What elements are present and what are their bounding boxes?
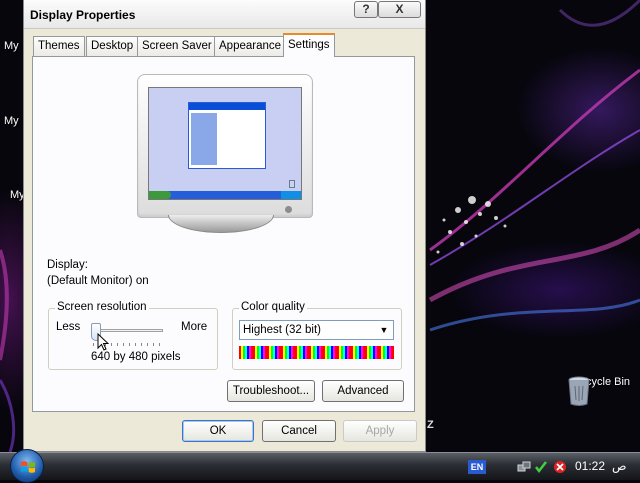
preview-recycle-icon: [289, 180, 295, 188]
color-spectrum-bar: [239, 346, 394, 359]
color-quality-title: Color quality: [239, 301, 307, 313]
preview-taskbar: [149, 191, 301, 199]
troubleshoot-button[interactable]: Troubleshoot...: [227, 380, 315, 402]
screen-resolution-group: Screen resolution Less More 640 by 480 p…: [48, 301, 218, 370]
tab-screen-saver[interactable]: Screen Saver: [137, 36, 217, 56]
close-button[interactable]: X: [378, 1, 421, 18]
dropdown-arrow-icon[interactable]: ▼: [376, 322, 392, 338]
color-quality-select[interactable]: Highest (32 bit) ▼: [239, 320, 394, 340]
tab-settings[interactable]: Settings: [283, 33, 335, 57]
display-properties-dialog: Display Properties ? X Themes Desktop Sc…: [23, 0, 426, 452]
language-indicator[interactable]: EN: [468, 460, 486, 474]
resolution-slider-track[interactable]: [91, 329, 163, 332]
tab-desktop[interactable]: Desktop: [86, 36, 139, 56]
tab-themes[interactable]: Themes: [33, 36, 85, 56]
preview-window: [188, 102, 266, 169]
display-value: (Default Monitor) on: [47, 275, 149, 287]
monitor-power-icon: [285, 206, 292, 213]
apply-button[interactable]: Apply: [343, 420, 417, 442]
resolution-value: 640 by 480 pixels: [91, 351, 181, 363]
recycle-bin-icon: [568, 376, 590, 406]
volume-icon[interactable]: [553, 460, 567, 474]
help-button[interactable]: ?: [354, 1, 378, 18]
mouse-cursor-icon: [97, 333, 109, 351]
desktop-icon-label[interactable]: My: [4, 40, 19, 52]
close-icon: X: [395, 2, 404, 16]
clock[interactable]: 01:22: [575, 459, 605, 473]
cancel-button[interactable]: Cancel: [262, 420, 336, 442]
monitor-preview: [137, 74, 313, 218]
start-button[interactable]: [10, 449, 44, 483]
network-icon[interactable]: [517, 460, 531, 474]
taskbar: EN 01:22 ص: [0, 449, 640, 483]
tab-appearance[interactable]: Appearance: [214, 36, 287, 56]
security-icon[interactable]: [534, 460, 548, 474]
clock-period: ص: [612, 459, 627, 473]
window-title: Display Properties: [30, 8, 136, 22]
color-quality-value: Highest (32 bit): [243, 324, 321, 336]
display-label: Display:: [47, 259, 88, 271]
more-label: More: [181, 321, 208, 333]
advanced-button[interactable]: Advanced: [322, 380, 404, 402]
help-icon: ?: [362, 2, 370, 16]
less-label: Less: [56, 321, 81, 333]
settings-panel: Display: (Default Monitor) on Screen res…: [32, 56, 415, 412]
windows-start-icon: [21, 461, 35, 473]
stray-glyph: Z: [427, 419, 434, 431]
recycle-bin[interactable]: Recycle Bin: [568, 376, 634, 406]
monitor-stand: [168, 215, 274, 233]
color-quality-group: Color quality Highest (32 bit) ▼: [232, 301, 402, 370]
title-bar[interactable]: Display Properties ? X: [24, 0, 425, 29]
monitor-screen: [148, 87, 302, 200]
screen-resolution-title: Screen resolution: [55, 301, 149, 313]
desktop-icon-label[interactable]: My: [4, 115, 19, 127]
ok-button[interactable]: OK: [182, 420, 254, 442]
